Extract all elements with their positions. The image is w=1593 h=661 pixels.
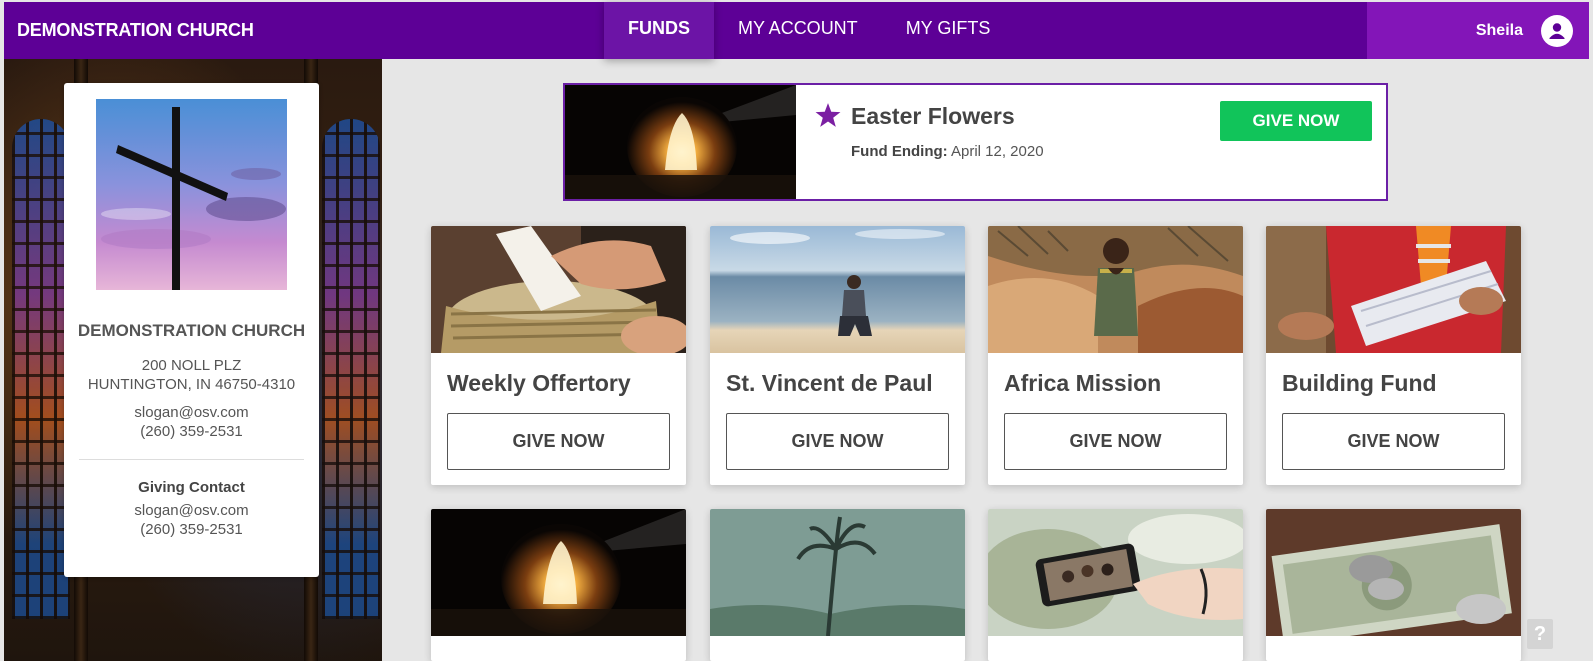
offering-basket-image — [431, 226, 686, 353]
fund-title: Building Fund — [1282, 370, 1437, 396]
phone-photo-image — [988, 509, 1243, 636]
fund-title: St. Vincent de Paul — [726, 370, 933, 396]
church-email[interactable]: slogan@osv.com — [64, 403, 319, 422]
stained-glass-window-image — [322, 119, 380, 619]
africa-child-image — [988, 226, 1243, 353]
church-cross-image — [96, 99, 287, 290]
church-sidebar: DEMONSTRATION CHURCH 200 NOLL PLZ HUNTIN… — [4, 59, 382, 661]
user-name[interactable]: Sheila — [1476, 22, 1523, 40]
fund-ending-label: Fund Ending: — [851, 143, 948, 160]
fund-card[interactable]: Weekly Offertory GIVE NOW — [431, 226, 686, 485]
empty-tomb-image — [565, 85, 796, 199]
address-line-1: 200 NOLL PLZ — [141, 357, 242, 374]
giving-contact-title: Giving Contact — [138, 479, 245, 496]
church-name: DEMONSTRATION CHURCH — [77, 321, 306, 340]
church-phone[interactable]: (260) 359-2531 — [64, 422, 319, 441]
give-now-button[interactable]: GIVE NOW — [1220, 101, 1372, 141]
nav-my-gifts[interactable]: MY GIFTS — [882, 2, 1015, 59]
money-image — [1266, 509, 1521, 636]
help-icon[interactable]: ? — [1527, 619, 1553, 649]
palm-tree-image — [710, 509, 965, 636]
giving-contact: slogan@osv.com (260) 359-2531 — [64, 501, 319, 539]
fund-card[interactable]: Building Fund GIVE NOW — [1266, 226, 1521, 485]
fund-card[interactable] — [710, 509, 965, 661]
beach-prayer-image — [710, 226, 965, 353]
fund-ending: Fund Ending: April 12, 2020 — [851, 143, 1044, 160]
address-line-2: HUNTINGTON, IN 46750-4310 — [87, 376, 296, 393]
fund-card[interactable] — [431, 509, 686, 661]
empty-tomb-image — [431, 509, 686, 636]
account-circle-icon[interactable] — [1541, 14, 1573, 47]
give-now-button[interactable]: GIVE NOW — [1282, 413, 1505, 470]
featured-fund-banner: Easter Flowers Fund Ending: April 12, 20… — [563, 83, 1388, 201]
giving-phone[interactable]: (260) 359-2531 — [64, 520, 319, 539]
top-navigation-bar: DEMONSTRATION CHURCH FUNDS MY ACCOUNT MY… — [4, 2, 1589, 59]
fund-title: Weekly Offertory — [447, 370, 631, 396]
fund-title: Africa Mission — [1004, 370, 1162, 396]
church-address: 200 NOLL PLZ HUNTINGTON, IN 46750-4310 — [64, 356, 319, 394]
user-menu[interactable]: Sheila — [1367, 2, 1589, 59]
give-now-button[interactable]: GIVE NOW — [447, 413, 670, 470]
featured-fund-title: Easter Flowers — [851, 103, 1015, 129]
stained-glass-window-image — [12, 119, 70, 619]
fund-ending-date: April 12, 2020 — [950, 143, 1044, 160]
church-info-card: DEMONSTRATION CHURCH 200 NOLL PLZ HUNTIN… — [64, 83, 319, 577]
fund-card[interactable] — [1266, 509, 1521, 661]
give-now-button[interactable]: GIVE NOW — [726, 413, 949, 470]
divider — [79, 459, 304, 460]
star-icon — [815, 103, 841, 127]
fund-card[interactable]: Africa Mission GIVE NOW — [988, 226, 1243, 485]
give-now-button[interactable]: GIVE NOW — [1004, 413, 1227, 470]
nav-funds[interactable]: FUNDS — [604, 2, 714, 59]
construction-worker-image — [1266, 226, 1521, 353]
nav-my-account[interactable]: MY ACCOUNT — [714, 2, 882, 59]
main-nav: FUNDS MY ACCOUNT MY GIFTS — [604, 2, 1014, 59]
fund-card[interactable]: St. Vincent de Paul GIVE NOW — [710, 226, 965, 485]
giving-email[interactable]: slogan@osv.com — [64, 501, 319, 520]
brand-name[interactable]: DEMONSTRATION CHURCH — [17, 2, 254, 59]
church-contact: slogan@osv.com (260) 359-2531 — [64, 403, 319, 441]
fund-card[interactable] — [988, 509, 1243, 661]
